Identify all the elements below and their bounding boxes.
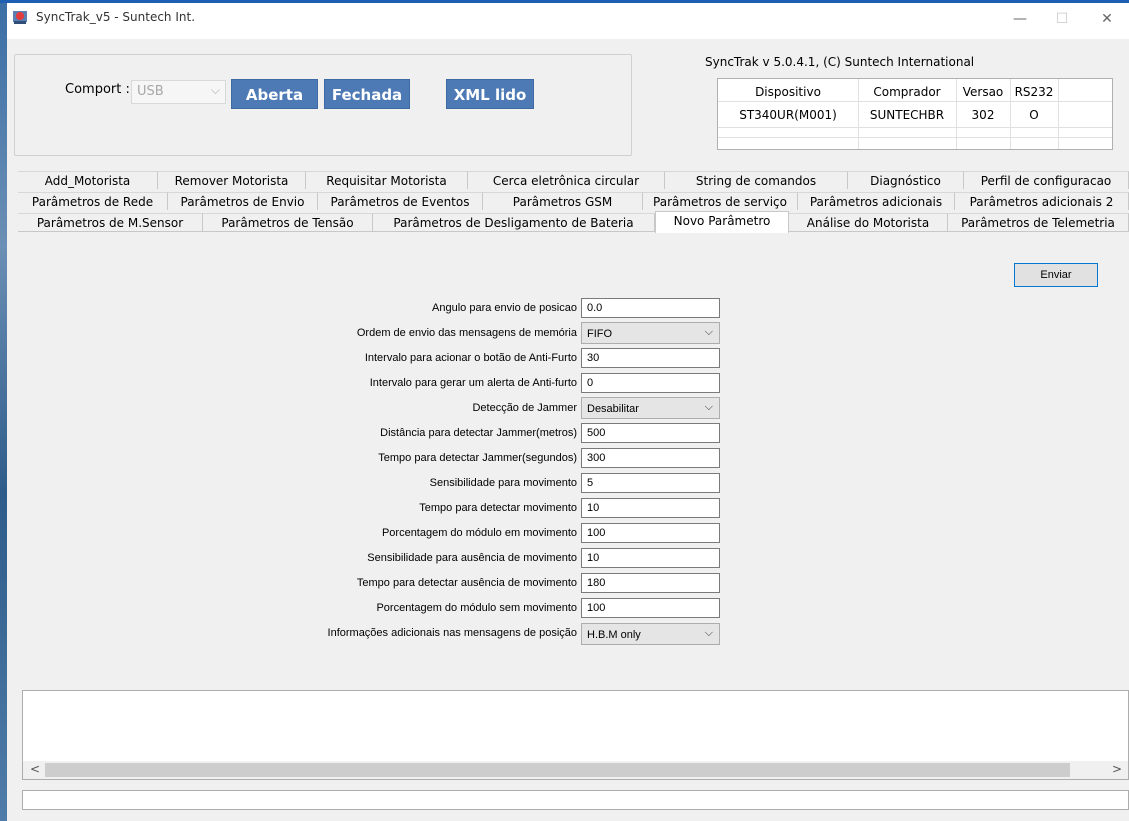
tab-parametros-telemetria[interactable]: Parâmetros de Telemetria: [948, 213, 1129, 231]
field-label: Sensibilidade para movimento: [429, 477, 577, 489]
desktop-background-strip: [0, 0, 7, 821]
tab-parametros-gsm[interactable]: Parâmetros GSM: [483, 192, 643, 210]
field-label: Porcentagem do módulo sem movimento: [376, 602, 577, 614]
cell-buyer: SUNTECHBR: [869, 108, 945, 122]
tab-parametros-rede[interactable]: Parâmetros de Rede: [18, 192, 168, 210]
cell-device: ST340UR(M001): [739, 108, 837, 122]
jammer-distance-input[interactable]: 500: [581, 423, 720, 443]
field-label: Tempo para detectar movimento: [419, 502, 577, 514]
minimize-button[interactable]: —: [998, 3, 1042, 35]
close-port-button[interactable]: Fechada: [324, 79, 410, 109]
jammer-detection-select[interactable]: Desabilitar ⌵: [581, 397, 720, 419]
field-label: Tempo para detectar Jammer(segundos): [378, 452, 577, 464]
field-label: Informações adicionais nas mensagens de …: [327, 627, 577, 639]
movement-sensitivity-input[interactable]: 5: [581, 473, 720, 493]
antitheft-button-interval-input[interactable]: 30: [581, 348, 720, 368]
scroll-right-icon[interactable]: >: [1112, 762, 1122, 776]
field-label: Distância para detectar Jammer(metros): [380, 427, 577, 439]
tab-remover-motorista[interactable]: Remover Motorista: [158, 171, 306, 189]
header-comprador: Comprador: [873, 85, 941, 99]
tab-add-motorista[interactable]: Add_Motorista: [18, 171, 158, 189]
close-button[interactable]: ✕: [1085, 3, 1129, 35]
select-value: FIFO: [587, 328, 613, 340]
xml-read-button[interactable]: XML lido: [446, 79, 534, 109]
tab-parametros-adicionais-2[interactable]: Parâmetros adicionais 2: [955, 192, 1129, 210]
tab-requisitar-motorista[interactable]: Requisitar Motorista: [306, 171, 468, 189]
connection-groupbox: [14, 54, 632, 156]
tab-diagnostico[interactable]: Diagnóstico: [848, 171, 964, 189]
field-label: Ordem de envio das mensagens de memória: [356, 327, 577, 339]
header-rs232: RS232: [1014, 85, 1054, 99]
chevron-down-icon: ⌵: [704, 326, 713, 338]
field-label: Intervalo para acionar o botão de Anti-F…: [364, 352, 577, 364]
maximize-button[interactable]: ☐: [1040, 3, 1084, 35]
chevron-down-icon: ⌵: [210, 83, 220, 97]
tab-row-1: Add_Motorista Remover Motorista Requisit…: [18, 171, 1129, 189]
field-label: Intervalo para gerar um alerta de Anti-f…: [369, 377, 577, 389]
tab-perfil-configuracao[interactable]: Perfil de configuracao: [964, 171, 1129, 189]
header-versao: Versao: [962, 85, 1004, 99]
comport-label: Comport :: [65, 82, 130, 97]
tab-string-comandos[interactable]: String de comandos: [665, 171, 848, 189]
comport-value: USB: [137, 84, 164, 99]
field-label: Sensibilidade para ausência de movimento: [367, 552, 577, 564]
tab-parametros-tensao[interactable]: Parâmetros de Tensão: [203, 213, 373, 231]
tab-parametros-adicionais[interactable]: Parâmetros adicionais: [798, 192, 955, 210]
scrollbar-thumb[interactable]: [45, 763, 1070, 777]
scroll-left-icon[interactable]: <: [30, 762, 40, 776]
select-value: Desabilitar: [587, 403, 639, 415]
field-label: Detecção de Jammer: [472, 402, 577, 414]
no-movement-time-input[interactable]: 180: [581, 573, 720, 593]
tab-cerca-eletronica[interactable]: Cerca eletrônica circular: [468, 171, 665, 189]
select-value: H.B.M only: [587, 629, 641, 641]
tab-novo-parametro[interactable]: Novo Parâmetro: [655, 211, 789, 233]
field-label: Angulo para envio de posicao: [432, 302, 577, 314]
additional-info-select[interactable]: H.B.M only ⌵: [581, 623, 720, 645]
open-port-button[interactable]: Aberta: [231, 79, 318, 109]
tab-parametros-msensor[interactable]: Parâmetros de M.Sensor: [18, 213, 203, 231]
tab-row-2: Parâmetros de Rede Parâmetros de Envio P…: [18, 192, 1129, 210]
cell-version: 302: [971, 108, 995, 122]
no-movement-sensitivity-input[interactable]: 10: [581, 548, 720, 568]
angle-input[interactable]: 0.0: [581, 298, 720, 318]
header-dispositivo: Dispositivo: [755, 85, 821, 99]
tab-parametros-desligamento[interactable]: Parâmetros de Desligamento de Bateria: [373, 213, 655, 231]
no-movement-module-percent-input[interactable]: 100: [581, 598, 720, 618]
jammer-time-input[interactable]: 300: [581, 448, 720, 468]
cell-rs232: O: [1029, 108, 1039, 122]
chevron-down-icon: ⌵: [704, 627, 713, 639]
version-text: SyncTrak v 5.0.4.1, (C) Suntech Internat…: [705, 55, 975, 69]
tab-parametros-eventos[interactable]: Parâmetros de Eventos: [318, 192, 483, 210]
status-field[interactable]: [22, 790, 1129, 810]
chevron-down-icon: ⌵: [704, 401, 713, 413]
memory-order-select[interactable]: FIFO ⌵: [581, 322, 720, 344]
movement-time-input[interactable]: 10: [581, 498, 720, 518]
tab-parametros-servico[interactable]: Parâmetros de serviço: [643, 192, 798, 210]
movement-module-percent-input[interactable]: 100: [581, 523, 720, 543]
tab-row-3: Parâmetros de M.Sensor Parâmetros de Ten…: [18, 211, 1129, 233]
field-label: Porcentagem do módulo em movimento: [381, 527, 577, 539]
field-label: Tempo para detectar ausência de moviment…: [356, 577, 577, 589]
comport-select[interactable]: USB ⌵: [131, 80, 226, 104]
app-logo-icon: [12, 9, 28, 25]
device-info-table: Dispositivo Comprador Versao RS232 ST340…: [717, 78, 1113, 150]
window-title: SyncTrak_v5 - Suntech Int.: [36, 10, 196, 24]
tab-analise-motorista[interactable]: Análise do Motorista: [789, 213, 948, 231]
send-button[interactable]: Enviar: [1014, 263, 1098, 287]
antitheft-alert-interval-input[interactable]: 0: [581, 373, 720, 393]
tab-parametros-envio[interactable]: Parâmetros de Envio: [168, 192, 318, 210]
